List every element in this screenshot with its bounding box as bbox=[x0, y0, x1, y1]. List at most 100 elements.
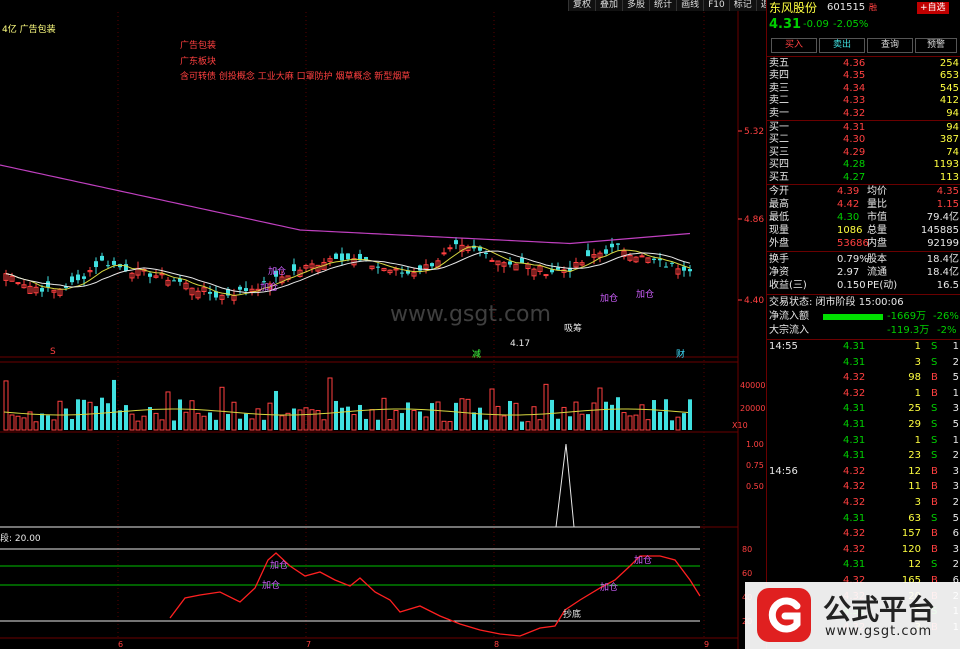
volume-bar bbox=[292, 408, 296, 430]
ind-marker-jiacang-4: 加仓 bbox=[634, 556, 653, 566]
volume-bar bbox=[309, 409, 315, 431]
volume-bar bbox=[406, 402, 410, 430]
volume-bar bbox=[627, 415, 633, 431]
volume-bar bbox=[381, 397, 387, 431]
tick-count: 1 bbox=[952, 434, 959, 446]
volume-bar bbox=[327, 377, 333, 431]
volume-bar bbox=[369, 409, 375, 431]
volume-bar bbox=[513, 402, 519, 431]
tick-row: 4.31 29 S 5 bbox=[767, 419, 960, 431]
bid-price: 4.29 bbox=[843, 146, 866, 158]
buy-button[interactable]: 买入 bbox=[771, 38, 817, 53]
marker-jiacang-2: 加仓 bbox=[260, 283, 279, 293]
bid-price: 4.30 bbox=[843, 134, 866, 146]
tick-row: 4.32 1 B 1 bbox=[767, 388, 960, 400]
chart-toolbar: 复权叠加多股统计画线F10标记返回 bbox=[568, 0, 783, 11]
marker-jiacang-4: 加仓 bbox=[636, 290, 655, 300]
stat2-value: 2.97 bbox=[837, 267, 860, 278]
volume-bar bbox=[249, 418, 255, 431]
price-pct: -2.05% bbox=[833, 19, 869, 30]
net-inflow-value: -1669万 bbox=[887, 311, 927, 322]
bid-row: 买四 4.28 1193 bbox=[767, 159, 960, 171]
volume-tick-label: 40000 bbox=[740, 381, 765, 390]
sell-button[interactable]: 卖出 bbox=[819, 38, 865, 53]
volume-bar bbox=[430, 403, 434, 430]
volume-bar bbox=[639, 404, 645, 431]
stat2-label: 净资 bbox=[769, 267, 789, 278]
candle-body bbox=[489, 259, 495, 262]
kline-chart-area[interactable]: 5.32 4.86 4.40 40000 20000 X10 1.00 0.75 0.50 80 6… bbox=[0, 0, 766, 649]
price-tick-label: 5.32 bbox=[744, 127, 764, 137]
toolbar-item-5[interactable]: F10 bbox=[703, 0, 729, 11]
volume-bar bbox=[586, 414, 590, 430]
candle-body bbox=[112, 260, 116, 265]
volume-bar bbox=[141, 415, 147, 431]
bid-row: 买一 4.31 94 bbox=[767, 122, 960, 134]
query-button[interactable]: 查询 bbox=[867, 38, 913, 53]
ask-price: 4.34 bbox=[843, 82, 866, 94]
x-tick-label: 8 bbox=[494, 640, 499, 649]
ind1-tick-label: 1.00 bbox=[746, 440, 764, 449]
add-favorite-button[interactable]: +自选 bbox=[917, 2, 949, 14]
volume-bar bbox=[159, 419, 165, 431]
tick-side: S bbox=[931, 403, 938, 415]
candle-body bbox=[340, 253, 344, 261]
tick-side: S bbox=[931, 559, 938, 571]
stat2-value: 0.150 bbox=[837, 280, 866, 291]
bid-label: 买四 bbox=[769, 159, 789, 171]
brand-watermark: 公式平台 www.gsgt.com bbox=[745, 582, 960, 649]
candle-body bbox=[616, 243, 620, 245]
candle-body bbox=[376, 266, 380, 268]
bid-row: 买二 4.30 387 bbox=[767, 134, 960, 146]
stat2-label-2: 股本 bbox=[867, 254, 887, 265]
volume-bar bbox=[189, 400, 195, 431]
volume-bar bbox=[520, 421, 524, 430]
tick-volume: 120 bbox=[901, 543, 921, 555]
toolbar-item-0[interactable]: 复权 bbox=[568, 0, 596, 11]
toolbar-item-6[interactable]: 标记 bbox=[728, 0, 756, 11]
volume-bar bbox=[334, 400, 338, 430]
volume-bar bbox=[9, 414, 15, 431]
tick-price: 4.31 bbox=[843, 450, 866, 462]
marker-s: S bbox=[50, 347, 56, 357]
tick-count: 5 bbox=[952, 372, 959, 384]
stat-value-2: 4.35 bbox=[936, 186, 959, 197]
toolbar-item-1[interactable]: 叠加 bbox=[595, 0, 623, 11]
bid-price: 4.27 bbox=[843, 171, 866, 183]
bid-volume: 113 bbox=[939, 171, 959, 183]
brand-name: 公式平台 bbox=[823, 593, 936, 626]
stat-label-2: 总量 bbox=[867, 225, 887, 236]
volume-bar bbox=[568, 416, 572, 430]
volume-tick-label: 20000 bbox=[740, 404, 765, 413]
volume-bar bbox=[15, 415, 21, 431]
brand-url: www.gsgt.com bbox=[825, 624, 933, 639]
ask-label: 卖五 bbox=[769, 58, 789, 69]
volume-bar bbox=[112, 379, 116, 430]
volume-bar bbox=[579, 413, 585, 431]
tick-volume: 11 bbox=[908, 481, 921, 493]
volume-bar bbox=[447, 421, 453, 431]
stat-value: 4.39 bbox=[837, 186, 860, 197]
tick-volume: 25 bbox=[908, 403, 921, 415]
volume-bar bbox=[454, 402, 458, 430]
volume-bar bbox=[652, 400, 656, 430]
volume-bar bbox=[682, 413, 686, 430]
toolbar-item-2[interactable]: 多股 bbox=[622, 0, 650, 11]
stat2-value-2: 16.5 bbox=[936, 280, 959, 291]
volume-bar bbox=[556, 418, 560, 430]
marker-jian: 减 bbox=[472, 350, 482, 360]
toolbar-item-3[interactable]: 统计 bbox=[649, 0, 677, 11]
stat-label: 外盘 bbox=[769, 238, 789, 249]
tick-count: 6 bbox=[952, 528, 959, 540]
candle-body bbox=[604, 249, 608, 254]
tick-price: 4.32 bbox=[843, 465, 866, 477]
ind1-tick-label: 0.50 bbox=[746, 482, 764, 491]
tick-price: 4.31 bbox=[843, 512, 866, 524]
alert-button[interactable]: 预警 bbox=[915, 38, 957, 53]
tick-side: B bbox=[931, 465, 938, 477]
toolbar-item-4[interactable]: 画线 bbox=[676, 0, 704, 11]
volume-bar bbox=[597, 387, 603, 431]
chart-canvas[interactable]: 5.32 4.86 4.40 40000 20000 X10 1.00 0.75 0.50 80 6… bbox=[0, 0, 766, 649]
tick-count: 2 bbox=[952, 450, 959, 462]
volume-bar bbox=[262, 419, 266, 430]
